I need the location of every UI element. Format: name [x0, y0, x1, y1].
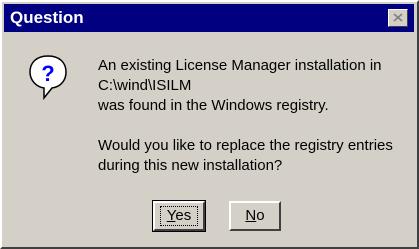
question-line: during this new installation?: [98, 157, 283, 174]
title-bar[interactable]: Question: [4, 4, 414, 32]
question-icon: ?: [29, 55, 67, 101]
no-button-label: No: [245, 207, 264, 224]
svg-text:?: ?: [41, 61, 54, 86]
close-button[interactable]: [388, 9, 408, 27]
yes-button-label: Yes: [159, 206, 199, 226]
question-dialog: Question ? An existing License Manager i…: [0, 0, 419, 249]
message-line: An existing License Manager installation…: [98, 57, 382, 74]
yes-label-rest: es: [175, 207, 192, 224]
dialog-title: Question: [10, 8, 84, 27]
yes-button[interactable]: Yes: [152, 200, 206, 232]
no-button[interactable]: No: [229, 201, 281, 231]
question-line: Would you like to replace the registry e…: [98, 137, 393, 154]
no-label-rest: o: [256, 207, 265, 224]
message-spacer: [98, 116, 408, 136]
message-path: C:\wind\ISILM: [98, 77, 192, 94]
close-icon: [393, 13, 403, 22]
dialog-message: An existing License Manager installation…: [98, 56, 408, 176]
no-mnemonic: N: [245, 207, 257, 224]
message-line: was found in the Windows registry.: [98, 97, 329, 114]
